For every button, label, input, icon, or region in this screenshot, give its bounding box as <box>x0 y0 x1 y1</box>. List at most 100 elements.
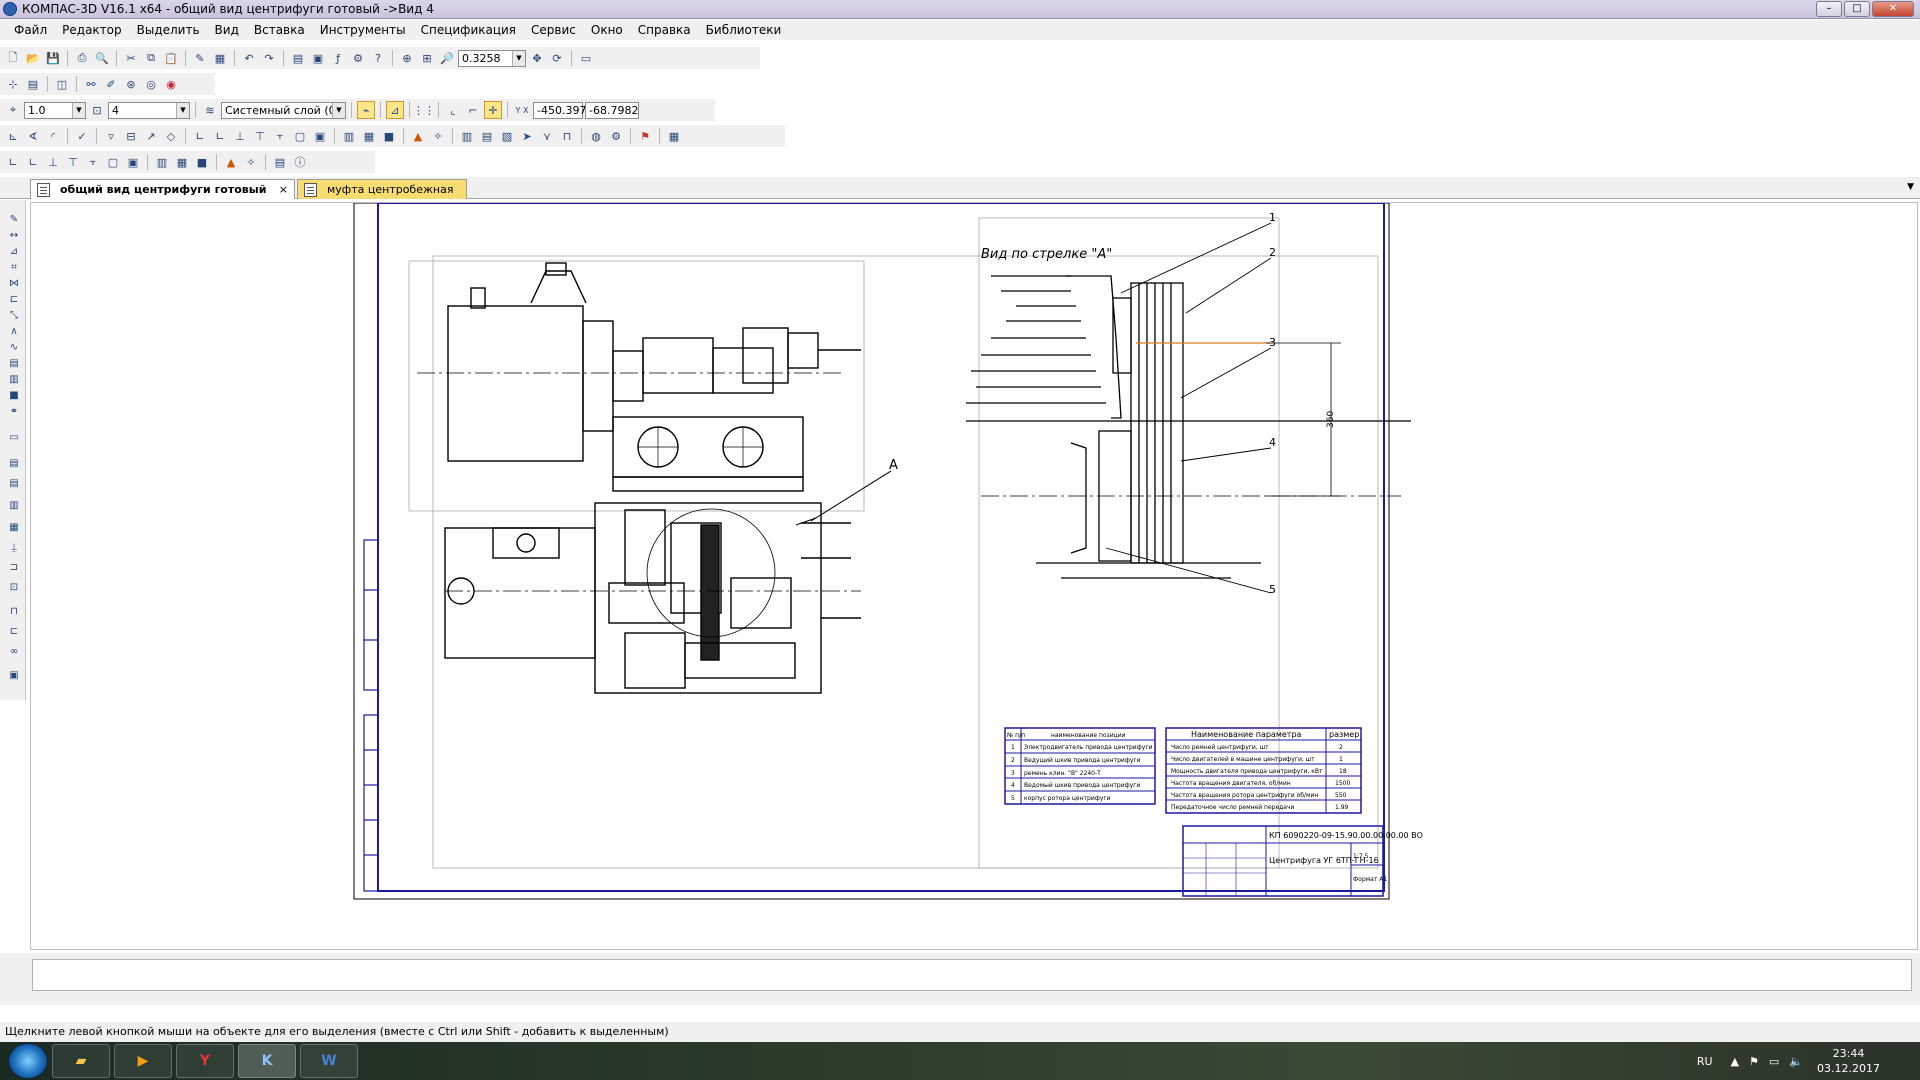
cut-tool-icon[interactable]: ⫟ <box>84 153 102 171</box>
menu-help[interactable]: Справка <box>638 23 691 37</box>
ortho-icon[interactable]: ⊿ <box>386 101 404 119</box>
zoom-window-icon[interactable]: ⊞ <box>418 49 436 67</box>
menu-libraries[interactable]: Библиотеки <box>706 23 782 37</box>
bracket-icon[interactable]: ⊓ <box>7 606 21 618</box>
step-cursor-icon[interactable]: ⌖ <box>4 101 22 119</box>
pin-icon[interactable]: ⍊ <box>7 542 21 554</box>
snap-icon[interactable]: ⊹ <box>4 75 22 93</box>
chevron-down-icon[interactable]: ▼ <box>176 102 189 118</box>
grid-icon[interactable]: ⋮⋮ <box>413 101 435 119</box>
refresh-icon[interactable]: ⟳ <box>548 49 566 67</box>
panel-icon[interactable]: ▦ <box>665 127 683 145</box>
scale-combo[interactable]: 1.0 ▼ <box>24 101 86 119</box>
undo-icon[interactable]: ↶ <box>240 49 258 67</box>
chevron-down-icon[interactable]: ▼ <box>72 102 85 118</box>
variables-icon[interactable]: ƒ <box>329 49 347 67</box>
magnet-snap-icon[interactable]: ⌁ <box>357 101 375 119</box>
arc-icon[interactable]: ∧ <box>7 326 21 338</box>
flag-icon[interactable]: ⚑ <box>636 127 654 145</box>
solid-tool-icon[interactable]: ■ <box>193 153 211 171</box>
tech-icon[interactable]: ⚙ <box>607 127 625 145</box>
ucs2-icon[interactable]: ∟ <box>211 127 229 145</box>
save-icon[interactable]: 💾 <box>44 49 62 67</box>
dimension-icon[interactable]: ↔ <box>7 230 21 242</box>
maximize-button[interactable]: □ <box>1844 1 1870 17</box>
pan-icon[interactable]: ✥ <box>528 49 546 67</box>
local-tool-icon[interactable]: ▣ <box>124 153 142 171</box>
stop-icon[interactable]: ◉ <box>162 75 180 93</box>
leader-icon[interactable]: ↗ <box>142 127 160 145</box>
minimize-button[interactable]: – <box>1816 1 1842 17</box>
close-button[interactable]: ✕ <box>1872 1 1914 17</box>
round-icon[interactable]: ⌐ <box>464 101 482 119</box>
view-manager-icon[interactable]: ▭ <box>577 49 595 67</box>
section-icon[interactable]: ⊥ <box>231 127 249 145</box>
menu-tools[interactable]: Инструменты <box>320 23 406 37</box>
select-icon[interactable]: ⤡ <box>7 310 21 322</box>
cube-icon[interactable]: ◫ <box>53 75 71 93</box>
panel4-icon[interactable]: ▥ <box>7 500 21 512</box>
loop-icon[interactable]: ∞ <box>7 646 21 658</box>
sheet-icon[interactable]: ▧ <box>498 127 516 145</box>
print-preview-icon[interactable]: 🔍 <box>93 49 111 67</box>
tolerance-icon[interactable]: ⊟ <box>122 127 140 145</box>
step-combo[interactable]: 4 ▼ <box>108 101 190 119</box>
section-tool-icon[interactable]: ⊥ <box>44 153 62 171</box>
table-rows-icon[interactable]: ▤ <box>478 127 496 145</box>
close-tab-icon[interactable]: × <box>279 183 288 196</box>
local-cs-icon[interactable]: ⌞ <box>444 101 462 119</box>
axis-tool-icon[interactable]: ⊤ <box>64 153 82 171</box>
info-tool-icon[interactable]: ⓘ <box>291 153 309 171</box>
bridge-icon[interactable]: ⊓ <box>558 127 576 145</box>
new-document-icon[interactable]: 🗋 <box>4 49 22 67</box>
frame-tool-icon[interactable]: ▤ <box>271 153 289 171</box>
layers-icon[interactable]: ≋ <box>201 101 219 119</box>
network-icon[interactable]: ▭ <box>1769 1055 1779 1068</box>
point-tool-icon[interactable]: ✧ <box>242 153 260 171</box>
menu-view[interactable]: Вид <box>215 23 239 37</box>
measure-tool-icon[interactable]: ⊏ <box>7 294 21 306</box>
coord-x-field[interactable]: -450.397 <box>533 101 586 119</box>
base-icon[interactable]: ▿ <box>102 127 120 145</box>
bracket2-icon[interactable]: ⊏ <box>7 626 21 638</box>
fill-icon[interactable]: ▦ <box>360 127 378 145</box>
menu-specification[interactable]: Спецификация <box>421 23 516 37</box>
cut-icon[interactable]: ✂ <box>122 49 140 67</box>
linear-dim-icon[interactable]: ⊾ <box>4 127 22 145</box>
layer-icon[interactable]: ▤ <box>24 75 42 93</box>
symbols-icon[interactable]: ⊿ <box>7 246 21 258</box>
panel3-icon[interactable]: ▤ <box>7 478 21 490</box>
open-icon[interactable]: 📂 <box>24 49 42 67</box>
chevron-down-icon[interactable]: ▼ <box>512 50 525 66</box>
yandex-taskbar-button[interactable]: Y <box>176 1044 234 1078</box>
cut-line-icon[interactable]: ⫟ <box>271 127 289 145</box>
table-icon[interactable]: ▦ <box>211 49 229 67</box>
color-icon[interactable]: ◍ <box>587 127 605 145</box>
spec-icon[interactable]: ▥ <box>7 374 21 386</box>
hatch-icon[interactable]: ▥ <box>340 127 358 145</box>
view-tool-icon[interactable]: ▢ <box>104 153 122 171</box>
print-icon[interactable]: ⎙ <box>73 49 91 67</box>
redo-icon[interactable]: ↷ <box>260 49 278 67</box>
coord-y-field[interactable]: -68.7982 <box>585 101 639 119</box>
menu-file[interactable]: Файл <box>14 23 47 37</box>
tab-general-view[interactable]: общий вид центрифуги готовый × <box>30 179 295 199</box>
axis-icon[interactable]: ⊤ <box>251 127 269 145</box>
grid-step-icon[interactable]: ⊡ <box>88 101 106 119</box>
tab-coupling[interactable]: муфта центробежная <box>297 179 467 199</box>
manager-icon[interactable]: ▤ <box>289 49 307 67</box>
measure-icon[interactable]: ⚙ <box>349 49 367 67</box>
parametrization-icon[interactable]: ⋈ <box>7 278 21 290</box>
panel2-icon[interactable]: ▤ <box>7 458 21 470</box>
volume-icon[interactable]: 🔈 <box>1789 1055 1803 1068</box>
clock[interactable]: 23:44 03.12.2017 <box>1817 1046 1880 1076</box>
flag-tray-icon[interactable]: ⚑ <box>1749 1055 1759 1068</box>
drawing-canvas[interactable]: А Вид по стрелке "А" 360 1 2 3 4 5 № п/п… <box>30 202 1918 950</box>
menu-window[interactable]: Окно <box>591 23 623 37</box>
tab-list-icon[interactable]: ▼ <box>1907 182 1914 192</box>
angular-dim-icon[interactable]: ∢ <box>24 127 42 145</box>
title-bar[interactable]: КОМПАС-3D V16.1 x64 - общий вид центрифу… <box>0 0 1920 19</box>
media-player-taskbar-button[interactable]: ▶ <box>114 1044 172 1078</box>
zoom-in-icon[interactable]: ⊕ <box>398 49 416 67</box>
spline-icon[interactable]: ∿ <box>7 342 21 354</box>
